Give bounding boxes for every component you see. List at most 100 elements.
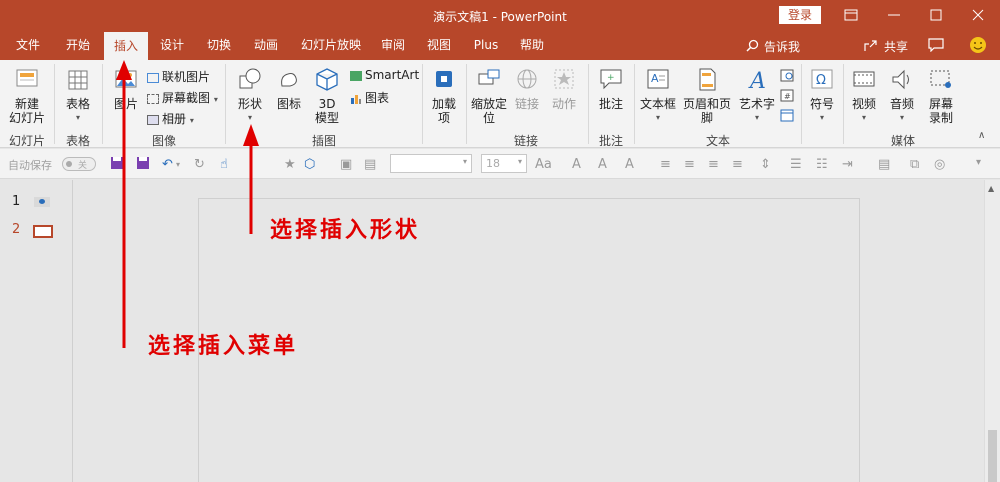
action-label: 动作	[551, 97, 576, 111]
autosave-state: 关	[78, 161, 88, 171]
customize-qat-icon[interactable]: ▾	[976, 157, 981, 168]
touch-mode-icon[interactable]: ☝	[220, 157, 228, 172]
slide-thumbnail-1[interactable]	[34, 197, 50, 207]
indent-icon[interactable]: ⇥	[842, 157, 853, 172]
picture-button[interactable]: 图片	[106, 66, 146, 111]
tab-design[interactable]: 设计	[150, 30, 194, 60]
screenshot-button[interactable]: 屏幕截图 ▾	[147, 89, 218, 106]
slide-thumbnail-2[interactable]	[33, 225, 53, 238]
tab-view[interactable]: 视图	[417, 30, 461, 60]
close-icon[interactable]	[967, 4, 989, 26]
redo-icon[interactable]: ↻	[194, 157, 205, 172]
maximize-icon[interactable]	[925, 4, 947, 26]
new-slide-qat-icon[interactable]: ▣	[340, 157, 352, 172]
minimize-icon[interactable]	[883, 4, 905, 26]
font-name-select[interactable]: ▾	[390, 154, 472, 173]
group-illustrations-label: 插图	[311, 134, 336, 148]
align-center-icon[interactable]: ≡	[684, 157, 695, 172]
tell-me-input[interactable]: 告诉我	[764, 38, 800, 55]
svg-text:+: +	[607, 73, 615, 83]
shape-fill-icon[interactable]: ◎	[934, 157, 945, 172]
shapes-button[interactable]: 形状 ▾	[229, 66, 271, 125]
slide-1-shape	[39, 199, 45, 204]
ribbon-insert: 新建 幻灯片 幻灯片 表格 ▾ 表格 图片 联机图片 屏幕截图 ▾ 相册 ▾ 图…	[0, 60, 1000, 148]
tab-plus[interactable]: Plus	[464, 30, 508, 60]
layout-icon[interactable]: ▤	[364, 157, 376, 172]
collapse-ribbon-icon[interactable]: ∧	[978, 130, 985, 141]
comment-button[interactable]: + 批注	[592, 66, 630, 111]
symbol-button[interactable]: Ω 符号 ▾	[805, 66, 839, 125]
action-button[interactable]: 动作	[546, 66, 582, 111]
object-icon[interactable]	[780, 108, 794, 122]
share-button[interactable]: 共享	[884, 38, 908, 55]
line-spacing-icon[interactable]: ⇕	[760, 157, 771, 172]
tab-slideshow[interactable]: 幻灯片放映	[295, 30, 367, 60]
justify-icon[interactable]: ≡	[732, 157, 743, 172]
shapes-qat-icon[interactable]: ⬡	[304, 157, 315, 172]
video-button[interactable]: 视频 ▾	[846, 66, 882, 125]
numbering-icon[interactable]: ☷	[816, 157, 828, 172]
video-film-icon	[853, 71, 875, 87]
smartart-button[interactable]: SmartArt	[350, 68, 419, 82]
wordart-button[interactable]: A 艺术字 ▾	[738, 66, 776, 125]
addins-button[interactable]: 加载 项	[426, 66, 462, 125]
star-icon[interactable]: ★	[284, 157, 296, 172]
zoom-button[interactable]: 缩放定 位	[470, 66, 508, 125]
audio-button[interactable]: 音频 ▾	[884, 66, 920, 125]
bullets-icon[interactable]: ☰	[790, 157, 802, 172]
screenshot-icon	[147, 93, 159, 104]
date-time-icon[interactable]	[780, 68, 794, 82]
tab-transitions[interactable]: 切换	[197, 30, 241, 60]
tab-file[interactable]: 文件	[6, 30, 50, 60]
tab-animations[interactable]: 动画	[244, 30, 288, 60]
comments-icon[interactable]	[928, 38, 944, 52]
wordart-label: 艺术字	[738, 97, 775, 111]
tab-help[interactable]: 帮助	[510, 30, 554, 60]
icons-button[interactable]: 图标	[272, 66, 306, 111]
quick-styles-icon[interactable]: ⧉	[910, 157, 919, 172]
tab-insert[interactable]: 插入	[104, 32, 148, 60]
align-right-icon[interactable]: ≡	[708, 157, 719, 172]
tab-review[interactable]: 审阅	[371, 30, 415, 60]
icons-label: 图标	[276, 97, 301, 111]
3d-model-button[interactable]: 3D 模型	[308, 66, 346, 125]
search-icon[interactable]	[746, 39, 759, 52]
login-button[interactable]: 登录	[779, 6, 821, 24]
font-size-select[interactable]: 18 ▾	[481, 154, 527, 173]
chart-button[interactable]: 图表	[350, 89, 389, 106]
speaker-icon	[892, 69, 909, 90]
vertical-scrollbar[interactable]: ▲	[984, 180, 1000, 482]
album-button[interactable]: 相册 ▾	[147, 110, 194, 127]
scroll-up-icon[interactable]: ▲	[988, 184, 994, 193]
online-picture-button[interactable]: 联机图片	[147, 68, 210, 85]
increase-font-icon[interactable]: A	[572, 157, 581, 172]
screen-record-button[interactable]: 屏幕 录制	[922, 66, 960, 125]
tab-home[interactable]: 开始	[56, 30, 100, 60]
group-divider	[801, 64, 802, 144]
arrange-icon[interactable]: ▤	[878, 157, 890, 172]
undo-dropdown-icon[interactable]: ▾	[176, 160, 180, 169]
album-icon	[147, 114, 159, 125]
font-dropdown-icon: ▾	[462, 157, 467, 166]
ribbon-display-options-icon[interactable]	[840, 4, 862, 26]
decrease-font-icon[interactable]: A	[598, 157, 607, 172]
save-as-icon[interactable]	[136, 156, 150, 170]
new-slide-button[interactable]: 新建 幻灯片	[4, 66, 50, 125]
group-divider	[466, 64, 467, 144]
change-case-icon[interactable]: Aa	[535, 157, 552, 172]
video-label: 视频	[851, 97, 876, 111]
group-divider	[422, 64, 423, 144]
share-icon[interactable]	[864, 38, 878, 52]
link-button[interactable]: 链接	[510, 66, 544, 111]
table-button[interactable]: 表格 ▾	[58, 66, 98, 125]
smiley-feedback-icon[interactable]	[969, 36, 987, 54]
slide-number-icon[interactable]: #	[780, 88, 794, 102]
textbox-button[interactable]: A 文本框 ▾	[638, 66, 678, 125]
header-footer-button[interactable]: 页眉和页脚	[678, 66, 736, 125]
picture-icon	[115, 70, 137, 88]
scrollbar-thumb[interactable]	[988, 430, 997, 482]
font-color-icon[interactable]: A	[625, 157, 634, 172]
save-icon[interactable]	[110, 156, 124, 170]
undo-icon[interactable]: ↶	[162, 157, 173, 172]
align-left-icon[interactable]: ≡	[660, 157, 671, 172]
